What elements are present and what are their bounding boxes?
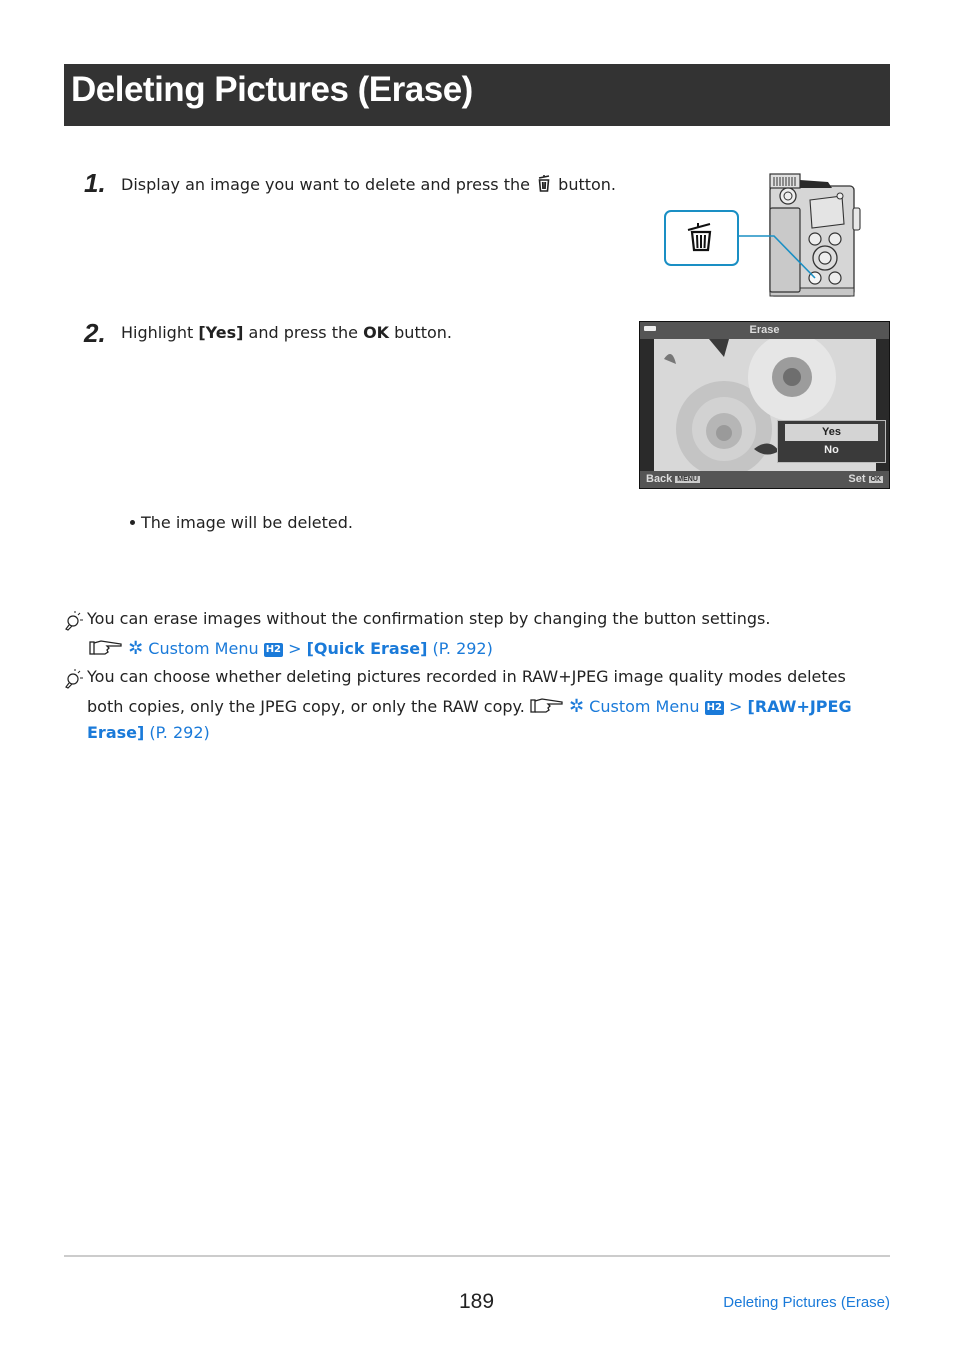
step-1-text-after: button. [558, 175, 617, 194]
gear-icon: ✲ [568, 696, 585, 717]
lcd-option-yes[interactable]: Yes [785, 424, 878, 441]
quick-erase-page-ref-link[interactable]: (P. 292) [433, 639, 493, 658]
menu-key-icon: MENU [675, 476, 700, 483]
quick-erase-link[interactable]: [Quick Erase] [307, 639, 428, 658]
result-bullet: The image will be deleted. [130, 513, 353, 532]
pointing-hand-icon [530, 698, 563, 713]
tip-2-text-line2-body: both copies, only the JPEG copy, or only… [87, 697, 525, 716]
h2-badge-icon: H2 [263, 643, 284, 657]
page-title: Deleting Pictures (Erase) [71, 70, 473, 109]
step-2-ok-label: OK [363, 323, 390, 342]
tip-1-reference: ✲ Custom Menu H2 > [Quick Erase] (P. 292… [89, 638, 493, 659]
h2-badge-icon: H2 [704, 701, 724, 715]
lightbulb-tip-icon [65, 669, 83, 689]
lightbulb-tip-icon [65, 611, 83, 631]
footer-divider [64, 1255, 890, 1257]
ok-key-icon: OK [868, 476, 883, 483]
lcd-bottom-bar: Back MENU Set OK [640, 471, 889, 488]
step-1-text-before: Display an image you want to delete and … [121, 175, 530, 194]
lcd-back-label: Back [646, 473, 673, 485]
tip-2-text-line2: both copies, only the JPEG copy, or only… [87, 696, 852, 717]
raw-jpeg-erase-page-ref-link[interactable]: (P. 292) [149, 723, 209, 742]
footer-section-link[interactable]: Deleting Pictures (Erase) [723, 1294, 890, 1311]
gear-icon: ✲ [128, 638, 144, 659]
lcd-title-bar: Erase [640, 322, 889, 339]
step-1-number: 1. [84, 168, 106, 198]
lcd-title: Erase [749, 324, 780, 336]
lcd-back-hint: Back MENU [646, 473, 700, 485]
tip-2-text-line3: Erase] (P. 292) [87, 723, 210, 742]
trash-icon [538, 175, 550, 192]
lcd-set-hint: Set OK [848, 473, 883, 485]
step-1-text: Display an image you want to delete and … [121, 175, 616, 194]
step-2-number: 2. [84, 318, 106, 348]
step-2-yes-label: [Yes] [198, 323, 244, 342]
step-2-text-part3: button. [389, 323, 453, 342]
custom-menu-link[interactable]: Custom Menu [589, 697, 699, 716]
tip-2-text-line1: You can choose whether deleting pictures… [87, 667, 846, 686]
erase-confirm-dialog: Yes No [777, 420, 886, 463]
lcd-option-no[interactable]: No [785, 442, 878, 459]
step-2-text-part2: and press the [243, 323, 364, 342]
custom-menu-link[interactable]: Custom Menu [148, 639, 258, 658]
raw-jpeg-erase-link[interactable]: [RAW+JPEG [748, 697, 852, 716]
step-2-text: Highlight [Yes] and press the OK button. [121, 323, 452, 342]
page-title-bar: Deleting Pictures (Erase) [64, 64, 890, 126]
camera-back-illustration [664, 173, 861, 297]
bullet-dot-icon [130, 520, 135, 525]
result-bullet-text: The image will be deleted. [141, 513, 354, 532]
step-2-text-part1: Highlight [121, 323, 199, 342]
lcd-set-label: Set [848, 473, 866, 485]
raw-jpeg-erase-link-cont[interactable]: Erase] [87, 723, 144, 742]
menu-separator: > [288, 639, 302, 658]
pointing-hand-icon [89, 640, 122, 655]
tip-1-text: You can erase images without the confirm… [87, 609, 771, 628]
page-number: 189 [459, 1290, 495, 1313]
camera-lcd-screen: Erase Yes No Back MENU Set OK [639, 321, 890, 489]
menu-separator: > [729, 697, 743, 716]
